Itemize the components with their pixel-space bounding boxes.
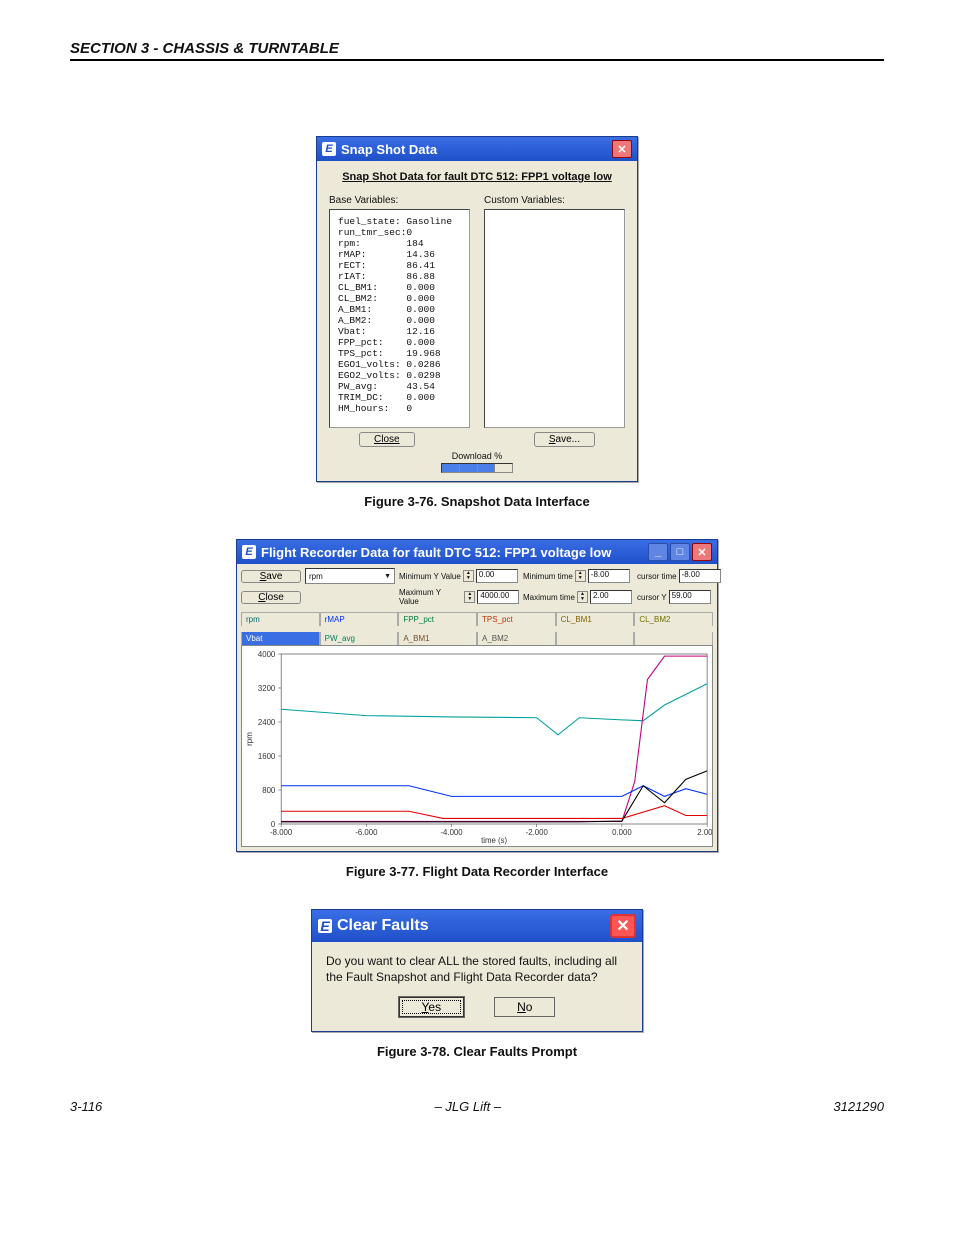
figure-77-caption: Figure 3-77. Flight Data Recorder Interf…: [70, 864, 884, 879]
download-label: Download %: [329, 451, 625, 461]
flight-recorder-window: E Flight Recorder Data for fault DTC 512…: [236, 539, 718, 852]
figure-76-caption: Figure 3-76. Snapshot Data Interface: [70, 494, 884, 509]
save-button[interactable]: Save: [241, 570, 301, 583]
variable-tabs-row1: rpmrMAPFPP_pctTPS_pctCL_BM1CL_BM2: [241, 612, 713, 626]
page-footer: 3-116 – JLG Lift – 3121290: [70, 1099, 884, 1114]
svg-text:-8.000: -8.000: [270, 828, 293, 837]
tab-PW_avg[interactable]: PW_avg: [320, 632, 399, 645]
close-button[interactable]: Close: [241, 591, 301, 604]
app-icon: E: [322, 142, 336, 156]
app-icon: E: [242, 545, 256, 559]
tab-TPS_pct[interactable]: TPS_pct: [477, 612, 556, 626]
variable-select[interactable]: rpm▼: [305, 568, 395, 584]
tab-CL_BM2[interactable]: CL_BM2: [634, 612, 713, 626]
minimize-icon[interactable]: _: [648, 543, 668, 561]
tab-empty: [634, 632, 713, 645]
min-time-label: Minimum time: [523, 572, 573, 581]
svg-text:-4.000: -4.000: [440, 828, 463, 837]
tab-FPP_pct[interactable]: FPP_pct: [398, 612, 477, 626]
flight-titlebar: E Flight Recorder Data for fault DTC 512…: [237, 540, 717, 564]
max-y-spin[interactable]: Maximum Y Value ▲▼ 4000.00: [399, 588, 519, 606]
custom-vars-box: [484, 209, 625, 428]
max-time-label: Maximum time: [523, 593, 575, 602]
svg-text:2400: 2400: [258, 718, 276, 727]
flight-window-title: Flight Recorder Data for fault DTC 512: …: [261, 545, 611, 560]
snapshot-window: E Snap Shot Data ✕ Snap Shot Data for fa…: [316, 136, 638, 482]
base-vars-box: fuel_state: Gasoline run_tmr_sec:0 rpm: …: [329, 209, 470, 428]
tab-rpm[interactable]: rpm: [241, 612, 320, 626]
footer-center: – JLG Lift –: [435, 1099, 501, 1114]
maximize-icon[interactable]: □: [670, 543, 690, 561]
tab-CL_BM1[interactable]: CL_BM1: [556, 612, 635, 626]
section-header: SECTION 3 - CHASSIS & TURNTABLE: [70, 40, 884, 61]
max-time-spin[interactable]: Maximum time ▲▼ 2.00: [523, 590, 633, 604]
snapshot-window-title: Snap Shot Data: [341, 142, 437, 157]
svg-text:4000: 4000: [258, 650, 276, 659]
close-icon[interactable]: ✕: [612, 140, 632, 158]
save-button[interactable]: Save...: [534, 432, 595, 447]
close-icon[interactable]: ✕: [692, 543, 712, 561]
svg-text:800: 800: [262, 786, 276, 795]
download-progress: [441, 463, 512, 473]
clear-faults-dialog: E Clear Faults ✕ Do you want to clear AL…: [311, 909, 643, 1032]
svg-text:rpm: rpm: [245, 732, 254, 746]
clear-faults-text: Do you want to clear ALL the stored faul…: [326, 954, 628, 985]
app-icon: E: [318, 919, 332, 933]
svg-text:1600: 1600: [258, 752, 276, 761]
svg-text:-2.000: -2.000: [526, 828, 549, 837]
min-y-spin[interactable]: Minimum Y Value ▲▼ 0.00: [399, 569, 519, 583]
footer-docnum: 3121290: [833, 1099, 884, 1114]
cursor-y: cursor Y 59.00: [637, 590, 732, 604]
cursor-time: cursor time -8.00: [637, 569, 732, 583]
base-vars-label: Base Variables:: [329, 195, 470, 206]
min-time-spin[interactable]: Minimum time ▲▼ -8.00: [523, 569, 633, 583]
snapshot-titlebar: E Snap Shot Data ✕: [317, 137, 637, 161]
max-y-label: Maximum Y Value: [399, 588, 462, 606]
snapshot-heading: Snap Shot Data for fault DTC 512: FPP1 v…: [329, 171, 625, 183]
figure-78-caption: Figure 3-78. Clear Faults Prompt: [70, 1044, 884, 1059]
no-button[interactable]: No: [494, 997, 555, 1017]
custom-vars-label: Custom Variables:: [484, 195, 625, 206]
svg-text:3200: 3200: [258, 684, 276, 693]
tab-Vbat[interactable]: Vbat: [241, 632, 320, 645]
svg-text:-6.000: -6.000: [355, 828, 378, 837]
svg-text:0.000: 0.000: [612, 828, 632, 837]
min-y-label: Minimum Y Value: [399, 572, 461, 581]
yes-button[interactable]: Yes: [399, 997, 465, 1017]
variable-tabs-row2: VbatPW_avgA_BM1A_BM2: [241, 632, 713, 645]
tab-empty: [556, 632, 635, 645]
tab-A_BM1[interactable]: A_BM1: [398, 632, 477, 645]
svg-text:time (s): time (s): [481, 836, 507, 845]
clear-faults-title: Clear Faults: [337, 917, 429, 935]
close-icon[interactable]: ✕: [610, 914, 636, 938]
tab-A_BM2[interactable]: A_BM2: [477, 632, 556, 645]
close-button[interactable]: Close: [359, 432, 415, 447]
svg-text:2.000: 2.000: [697, 828, 712, 837]
footer-page: 3-116: [70, 1099, 102, 1114]
clear-faults-titlebar: E Clear Faults ✕: [312, 910, 642, 942]
flight-chart: 08001600240032004000-8.000-6.000-4.000-2…: [241, 645, 713, 847]
tab-rMAP[interactable]: rMAP: [320, 612, 399, 626]
